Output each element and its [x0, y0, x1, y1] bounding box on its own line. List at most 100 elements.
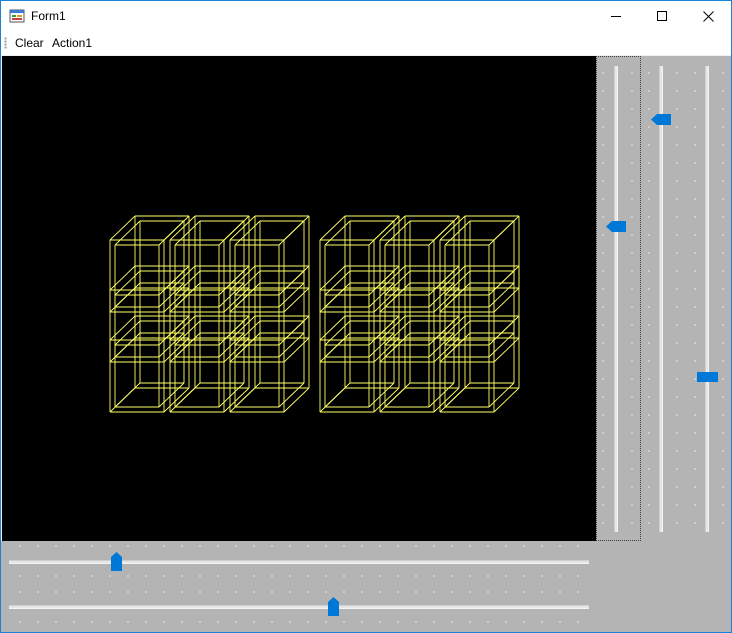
cube-edge	[114, 382, 141, 408]
cube-edge	[493, 337, 520, 363]
cube-edge	[373, 337, 400, 363]
trackbar-h2-ticks-top	[11, 591, 589, 593]
cube-edge	[234, 220, 261, 246]
cube-edge	[488, 382, 515, 408]
cube-edge	[428, 382, 455, 408]
cube-edge	[324, 320, 351, 346]
bottom-slider-panel	[1, 541, 731, 632]
cube-edge	[319, 265, 346, 291]
trackbar-1-ticks-right	[631, 64, 633, 534]
cube-edge	[379, 265, 406, 291]
cube-edge	[278, 282, 305, 308]
cube-edge	[218, 220, 245, 246]
cube-edge	[278, 382, 305, 408]
cube-edge	[379, 215, 406, 241]
cube-edge	[169, 265, 196, 291]
cube-edge	[433, 287, 460, 313]
cube-edge	[174, 382, 201, 408]
cube-edge	[229, 215, 256, 241]
cube-edge	[158, 382, 185, 408]
cube-edge	[163, 287, 190, 313]
trackbar-2-rail	[659, 66, 663, 532]
cube-edge	[324, 382, 351, 408]
vertical-slider-3-thumb[interactable]	[697, 369, 718, 387]
cube-edge	[158, 220, 185, 246]
cube-edge	[488, 220, 515, 246]
menu-item-clear[interactable]: Clear	[15, 36, 44, 50]
cube-edge	[169, 315, 196, 341]
trackbar-h1-rail	[9, 560, 589, 564]
cube-edge	[283, 387, 310, 413]
cube-edge	[373, 387, 400, 413]
trackbar-h2-rail	[9, 605, 589, 609]
cube-edge	[114, 270, 141, 296]
trackbar-h1-ticks-top	[11, 545, 589, 547]
app-form-icon	[9, 8, 25, 24]
maximize-button[interactable]	[639, 1, 685, 31]
vertical-slider-2-thumb[interactable]	[651, 112, 671, 130]
wireframe-cubes-canvas	[109, 215, 520, 413]
toolstrip-grip-icon[interactable]	[4, 37, 7, 49]
title-bar[interactable]: Form1	[1, 1, 731, 31]
cube-edge	[229, 315, 256, 341]
trackbar-3-ticks-right	[722, 64, 724, 534]
cube-edge	[223, 337, 250, 363]
cube-edge	[444, 382, 471, 408]
trackbar-1-rail	[614, 66, 618, 532]
cube-edge	[384, 382, 411, 408]
menu-item-action1[interactable]: Action1	[52, 36, 92, 50]
cube-edge	[428, 220, 455, 246]
cube-edge	[223, 287, 250, 313]
cube-edge	[433, 387, 460, 413]
cube-edge	[163, 387, 190, 413]
cube-edge	[444, 220, 471, 246]
cube-edge	[324, 270, 351, 296]
cube-edge	[439, 215, 466, 241]
cube-edge	[114, 220, 141, 246]
trackbar-2-ticks-right	[676, 64, 678, 534]
form1-window: Form1 Clear Action1	[0, 0, 732, 633]
cube-edge	[488, 282, 515, 308]
trackbar-3-ticks-left	[694, 64, 696, 534]
close-button[interactable]	[685, 1, 731, 31]
cube-edge	[319, 315, 346, 341]
horizontal-slider-2-thumb[interactable]	[328, 597, 340, 621]
trackbar-h1-ticks-bottom	[11, 575, 589, 577]
cube-edge	[324, 220, 351, 246]
cube-edge	[114, 320, 141, 346]
cube-edge	[493, 387, 520, 413]
cube-edge	[223, 387, 250, 413]
cube-edge	[368, 382, 395, 408]
minimize-icon	[611, 16, 621, 17]
trackbar-1-ticks-left	[602, 64, 604, 534]
right-slider-panel	[596, 56, 731, 541]
cube-edge	[319, 215, 346, 241]
cube-edge	[169, 215, 196, 241]
cube-edge	[379, 315, 406, 341]
minimize-button[interactable]	[593, 1, 639, 31]
cube-edge	[109, 215, 136, 241]
cube-edge	[488, 332, 515, 358]
cube-edge	[433, 337, 460, 363]
cube-edge	[368, 220, 395, 246]
trackbar-3-rail	[705, 66, 709, 532]
vertical-slider-1-thumb[interactable]	[606, 219, 626, 237]
cube-edge	[174, 220, 201, 246]
cube-edge	[439, 265, 466, 291]
render-viewport[interactable]	[2, 56, 596, 541]
cube-edge	[373, 287, 400, 313]
cube-edge	[234, 382, 261, 408]
cube-edge	[439, 315, 466, 341]
cube-edge	[163, 337, 190, 363]
cube-edge	[493, 287, 520, 313]
cube-edge	[229, 265, 256, 291]
trackbar-h2-ticks-bottom	[11, 621, 589, 623]
horizontal-slider-1-thumb[interactable]	[110, 552, 122, 576]
window-title: Form1	[31, 9, 66, 23]
maximize-icon	[657, 11, 667, 21]
cube-edge	[278, 332, 305, 358]
cube-edge	[218, 382, 245, 408]
trackbar-2-ticks-left	[648, 64, 650, 534]
close-icon	[702, 10, 714, 22]
cube-edge	[278, 220, 305, 246]
